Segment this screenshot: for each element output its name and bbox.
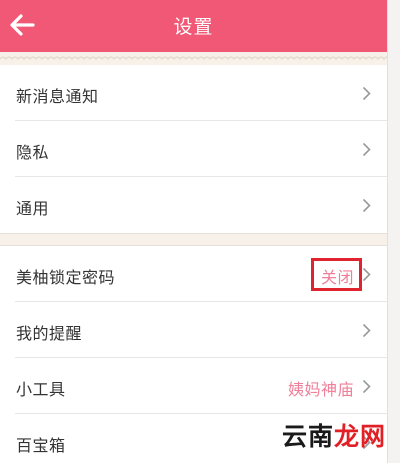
settings-row-tools[interactable]: 小工具 姨妈神庙 (0, 358, 387, 414)
settings-row-lock-password[interactable]: 美柚锁定密码 关闭 (0, 246, 387, 302)
settings-group-general: 新消息通知 隐私 通用 (0, 65, 387, 233)
chevron-right-icon (362, 198, 371, 213)
settings-row-general[interactable]: 通用 (0, 177, 387, 233)
page-title: 设置 (173, 16, 214, 38)
row-label: 百宝箱 (16, 436, 66, 455)
row-label: 通用 (16, 199, 50, 218)
settings-screen: 设置 新消息通知 隐私 通用 美柚锁定密码 关闭 我的提醒 小工具 姨妈神庙 百… (0, 0, 387, 463)
chevron-right-icon (362, 323, 371, 338)
chevron-right-icon (362, 86, 371, 101)
settings-row-reminders[interactable]: 我的提醒 (0, 302, 387, 358)
settings-row-privacy[interactable]: 隐私 (0, 121, 387, 177)
chevron-right-icon (362, 379, 371, 394)
chevron-right-icon (362, 267, 371, 282)
row-label: 新消息通知 (16, 87, 99, 106)
watermark-text-1: 云南 (281, 422, 334, 451)
top-bar: 设置 (0, 0, 387, 52)
section-divider-middle (0, 233, 387, 246)
wavy-border-decoration (0, 56, 387, 60)
highlight-annotation-box (311, 258, 362, 291)
watermark-logo: 云南龙网 (282, 417, 386, 453)
row-label: 小工具 (16, 380, 66, 399)
tools-value: 姨妈神庙 (287, 380, 354, 399)
row-label: 美柚锁定密码 (16, 268, 116, 287)
screen-edge (387, 0, 400, 463)
row-label: 隐私 (16, 143, 50, 162)
settings-row-notifications[interactable]: 新消息通知 (0, 65, 387, 121)
section-divider-top (0, 52, 387, 65)
chevron-right-icon (362, 142, 371, 157)
row-label: 我的提醒 (16, 324, 83, 343)
watermark-text-2: 龙网 (333, 422, 386, 451)
